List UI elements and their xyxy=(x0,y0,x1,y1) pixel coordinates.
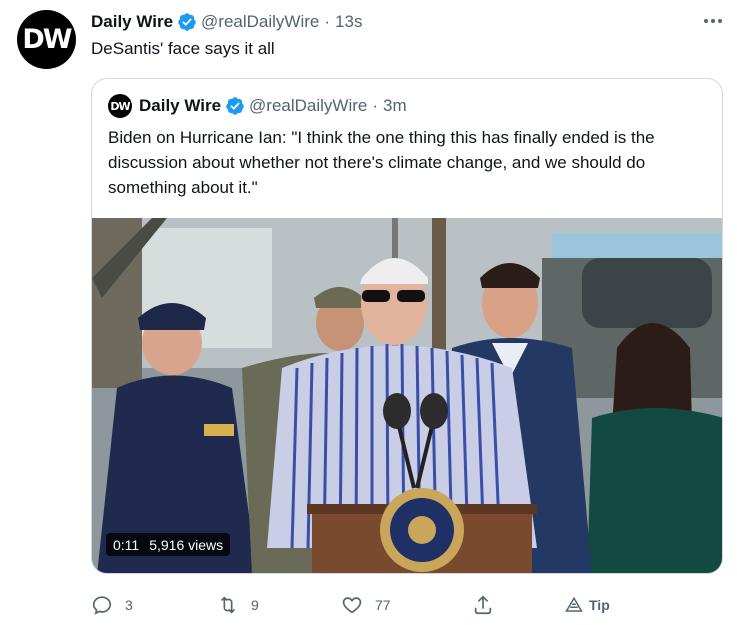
quoted-header-separator: · xyxy=(372,96,379,115)
video-duration: 0:11 xyxy=(113,536,140,553)
heart-icon xyxy=(342,597,362,614)
author-avatar[interactable]: DW xyxy=(17,10,76,69)
tip-label: Tip xyxy=(589,597,610,613)
header-separator: · xyxy=(324,12,331,31)
tip-button[interactable]: Tip xyxy=(565,591,610,619)
more-dots-icon[interactable] xyxy=(700,10,726,32)
quoted-tweet-text: Biden on Hurricane Ian: "I think the one… xyxy=(108,128,655,197)
author-handle[interactable]: @realDailyWire xyxy=(201,12,319,32)
reply-button[interactable]: 3 xyxy=(91,591,133,619)
like-button[interactable]: 77 xyxy=(341,591,391,619)
video-player[interactable]: 0:11 5,916 views xyxy=(92,218,722,573)
reply-icon xyxy=(92,596,112,615)
author-name[interactable]: Daily Wire xyxy=(91,12,173,32)
quoted-author-name: Daily Wire xyxy=(139,96,222,115)
video-frame xyxy=(92,218,722,573)
retweet-button[interactable]: 9 xyxy=(217,591,259,619)
tweet-timestamp[interactable]: 13s xyxy=(335,12,362,32)
quoted-tweet[interactable]: DW Daily Wire @realDailyWire · 3m Biden … xyxy=(91,78,723,574)
tweet[interactable]: DW Daily Wire @realDailyWire · 13s DeSan… xyxy=(0,0,737,625)
tweet-text: DeSantis' face says it all xyxy=(91,39,275,58)
verified-badge-icon xyxy=(226,97,244,115)
quoted-tweet-timestamp: 3m xyxy=(383,96,407,115)
video-views: 5,916 views xyxy=(149,536,224,553)
like-count: 77 xyxy=(375,597,391,613)
tip-icon xyxy=(565,596,583,612)
quoted-tweet-header: DW Daily Wire @realDailyWire · 3m xyxy=(108,94,407,118)
share-icon xyxy=(474,595,492,615)
retweet-count: 9 xyxy=(251,597,259,613)
share-button[interactable] xyxy=(472,591,494,619)
verified-badge-icon xyxy=(178,13,196,31)
video-info-badge: 0:11 5,916 views xyxy=(106,533,231,556)
quoted-author-avatar: DW xyxy=(108,94,132,118)
tweet-actions: 3 9 77 Tip xyxy=(91,591,651,619)
reply-count: 3 xyxy=(125,597,133,613)
retweet-icon xyxy=(220,596,236,614)
tweet-header: Daily Wire @realDailyWire · 13s xyxy=(91,11,362,33)
quoted-author-handle: @realDailyWire xyxy=(249,96,368,115)
